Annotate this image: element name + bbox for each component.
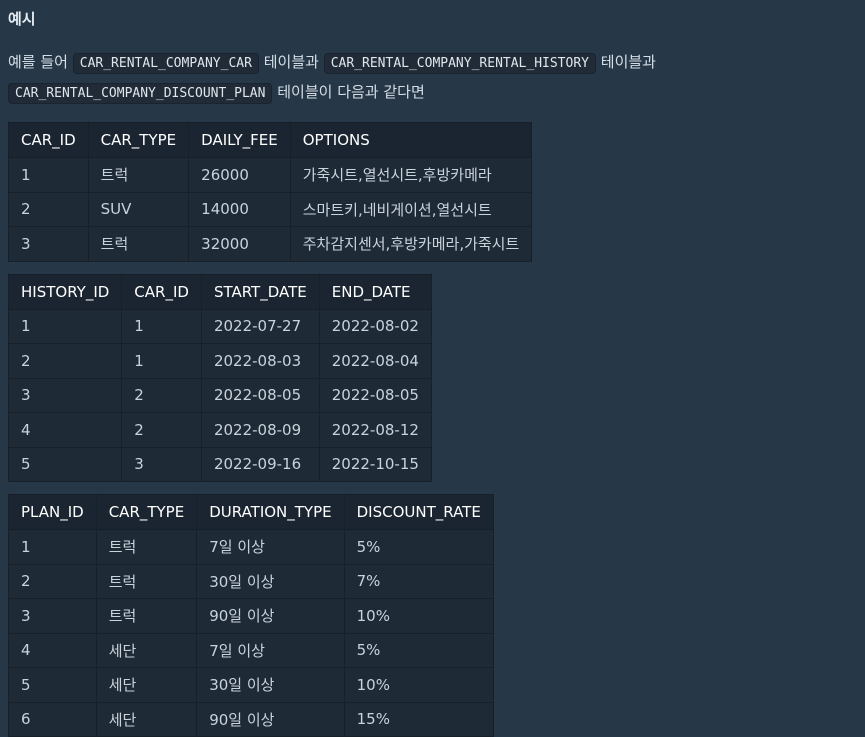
discount-plan-table: PLAN_ID CAR_TYPE DURATION_TYPE DISCOUNT_RAT… bbox=[8, 494, 494, 737]
table-cell: 2022-08-12 bbox=[318, 412, 432, 448]
table-cell: 90일 이상 bbox=[196, 598, 345, 634]
table-cell: 2022-10-15 bbox=[318, 446, 432, 482]
table-cell: 4 bbox=[8, 632, 97, 668]
table-cell: 4 bbox=[7, 412, 123, 448]
table-cell: 트럭 bbox=[95, 563, 198, 599]
table-cell: 2022-08-09 bbox=[200, 412, 320, 448]
car-table: CAR_ID CAR_TYPE DAILY_FEE OPTIONS 1 트럭 26000 가… bbox=[8, 122, 533, 262]
intro-paragraph: 예를 들어 CAR_RENTAL_COMPANY_CAR 테이블과 CAR_RE… bbox=[8, 48, 857, 108]
intro-text-4: 테이블이 다음과 같다면 bbox=[277, 83, 425, 101]
table-cell: 15% bbox=[343, 701, 494, 737]
table-row: 3 트럭 90일 이상 10% bbox=[8, 598, 494, 634]
table-cell: 10% bbox=[343, 667, 494, 703]
table-row: 2 SUV 14000 스마트키,네비게이션,열선시트 bbox=[8, 191, 533, 227]
column-header: DAILY_FEE bbox=[188, 122, 291, 158]
table-cell: 7일 이상 bbox=[196, 529, 345, 565]
table-cell: 2022-08-02 bbox=[318, 308, 432, 344]
table-name-plan: CAR_RENTAL_COMPANY_DISCOUNT_PLAN bbox=[8, 83, 273, 104]
intro-text-3: 테이블과 bbox=[600, 53, 656, 71]
table-cell: 2022-08-05 bbox=[200, 377, 320, 413]
table-name-car: CAR_RENTAL_COMPANY_CAR bbox=[72, 53, 259, 74]
table-header-row: HISTORY_ID CAR_ID START_DATE END_DATE bbox=[7, 273, 432, 310]
table-cell: 가죽시트,열선시트,후방카메라 bbox=[289, 157, 533, 193]
column-header: CAR_ID bbox=[8, 122, 89, 158]
table-cell: 7일 이상 bbox=[196, 632, 345, 668]
intro-text-2: 테이블과 bbox=[263, 53, 319, 71]
table-cell: 2 bbox=[8, 563, 97, 599]
section-heading: 예시 bbox=[8, 10, 36, 28]
table-row: 2 1 2022-08-03 2022-08-04 bbox=[7, 343, 432, 379]
table-cell: 1 bbox=[7, 308, 123, 344]
table-cell: 90일 이상 bbox=[196, 701, 345, 737]
table-cell: 트럭 bbox=[95, 598, 198, 634]
table-cell: 2022-08-03 bbox=[200, 343, 320, 379]
table-cell: 7% bbox=[343, 563, 494, 599]
column-header: START_DATE bbox=[200, 273, 320, 310]
table-row: 6 세단 90일 이상 15% bbox=[8, 701, 494, 737]
intro-text-1: 예를 들어 bbox=[8, 53, 68, 71]
table-cell: 5% bbox=[343, 632, 494, 668]
table-cell: 주차감지센서,후방카메라,가죽시트 bbox=[289, 226, 533, 262]
column-header: CAR_TYPE bbox=[95, 494, 198, 530]
table-cell: 트럭 bbox=[87, 226, 190, 262]
table-cell: 6 bbox=[8, 701, 97, 737]
table-cell: 세단 bbox=[95, 667, 198, 703]
table-cell: 1 bbox=[8, 529, 97, 565]
table-cell: 세단 bbox=[95, 701, 198, 737]
column-header: DURATION_TYPE bbox=[196, 494, 345, 530]
table-cell: 30일 이상 bbox=[196, 667, 345, 703]
content-area: 예시 예를 들어 CAR_RENTAL_COMPANY_CAR 테이블과 CAR… bbox=[0, 0, 865, 737]
table-cell: 세단 bbox=[95, 632, 198, 668]
column-header: OPTIONS bbox=[289, 122, 533, 158]
table-cell: 3 bbox=[8, 598, 97, 634]
table-row: 5 3 2022-09-16 2022-10-15 bbox=[7, 446, 432, 482]
table-cell: 32000 bbox=[188, 226, 291, 262]
table-cell: 2022-07-27 bbox=[200, 308, 320, 344]
table-cell: 스마트키,네비게이션,열선시트 bbox=[289, 191, 533, 227]
table-header-row: PLAN_ID CAR_TYPE DURATION_TYPE DISCOUNT_RAT… bbox=[8, 494, 494, 530]
table-row: 1 1 2022-07-27 2022-08-02 bbox=[7, 308, 432, 344]
table-cell: 14000 bbox=[188, 191, 291, 227]
table-cell: 3 bbox=[7, 377, 123, 413]
column-header: CAR_ID bbox=[121, 273, 202, 310]
table-cell: 30일 이상 bbox=[196, 563, 345, 599]
table-cell: 2 bbox=[8, 191, 89, 227]
table-name-history: CAR_RENTAL_COMPANY_RENTAL_HISTORY bbox=[323, 53, 596, 74]
table-row: 3 트럭 32000 주차감지센서,후방카메라,가죽시트 bbox=[8, 226, 533, 262]
table-row: 1 트럭 26000 가죽시트,열선시트,후방카메라 bbox=[8, 157, 533, 193]
table-cell: 1 bbox=[121, 308, 202, 344]
table-cell: 3 bbox=[121, 446, 202, 482]
table-cell: 2022-08-04 bbox=[318, 343, 432, 379]
table-row: 4 2 2022-08-09 2022-08-12 bbox=[7, 412, 432, 448]
table-row: 1 트럭 7일 이상 5% bbox=[8, 529, 494, 565]
column-header: CAR_TYPE bbox=[87, 122, 190, 158]
table-cell: 5% bbox=[343, 529, 494, 565]
table-cell: 2 bbox=[121, 377, 202, 413]
table-cell: 2022-08-05 bbox=[318, 377, 432, 413]
column-header: PLAN_ID bbox=[8, 494, 97, 530]
table-cell: 2 bbox=[7, 343, 123, 379]
column-header: HISTORY_ID bbox=[7, 273, 123, 310]
table-cell: 트럭 bbox=[87, 157, 190, 193]
table-row: 4 세단 7일 이상 5% bbox=[8, 632, 494, 668]
table-cell: 5 bbox=[7, 446, 123, 482]
table-cell: SUV bbox=[87, 191, 190, 227]
column-header: DISCOUNT_RATE bbox=[343, 494, 494, 530]
table-cell: 2022-09-16 bbox=[200, 446, 320, 482]
table-row: 2 트럭 30일 이상 7% bbox=[8, 563, 494, 599]
table-cell: 3 bbox=[8, 226, 89, 262]
table-row: 5 세단 30일 이상 10% bbox=[8, 667, 494, 703]
table-cell: 26000 bbox=[188, 157, 291, 193]
column-header: END_DATE bbox=[318, 273, 432, 310]
table-cell: 1 bbox=[8, 157, 89, 193]
table-cell: 1 bbox=[121, 343, 202, 379]
table-cell: 5 bbox=[8, 667, 97, 703]
table-cell: 10% bbox=[343, 598, 494, 634]
table-cell: 2 bbox=[121, 412, 202, 448]
table-row: 3 2 2022-08-05 2022-08-05 bbox=[7, 377, 432, 413]
table-header-row: CAR_ID CAR_TYPE DAILY_FEE OPTIONS bbox=[8, 122, 533, 158]
rental-history-table: HISTORY_ID CAR_ID START_DATE END_DATE 1 1 202… bbox=[7, 273, 432, 482]
table-cell: 트럭 bbox=[95, 529, 198, 565]
